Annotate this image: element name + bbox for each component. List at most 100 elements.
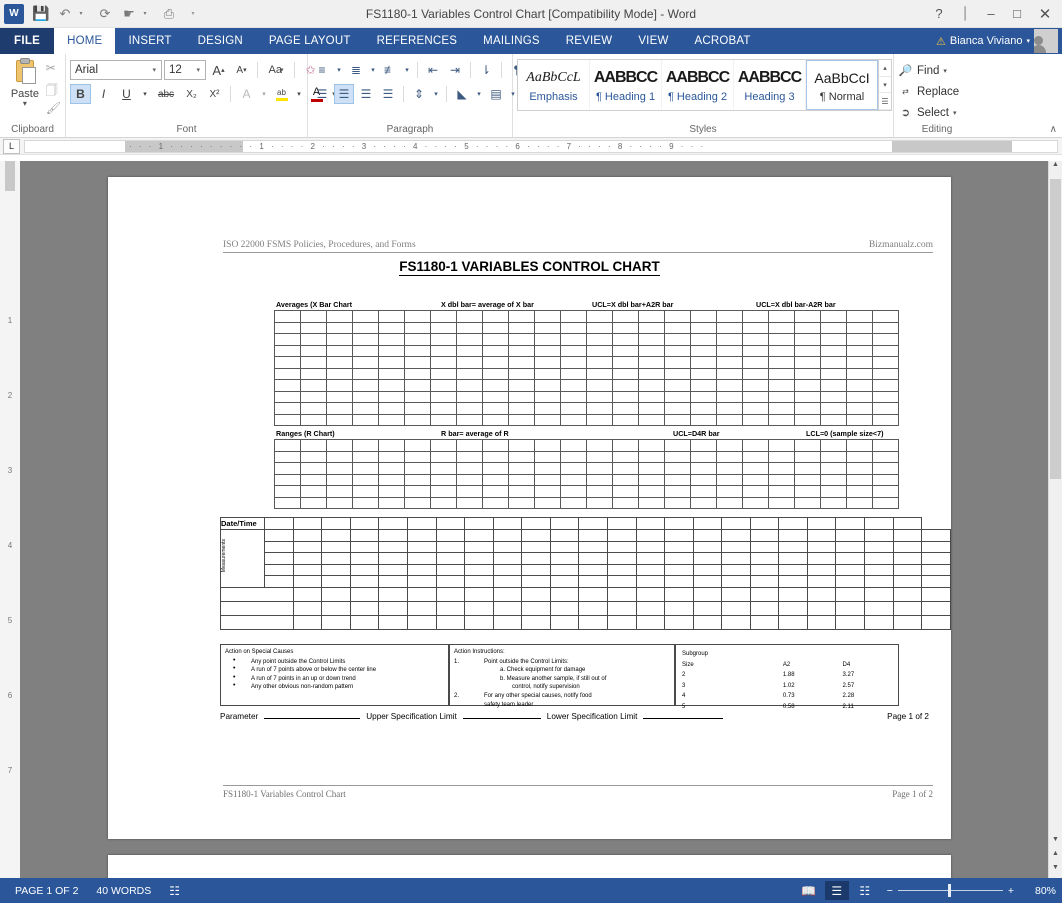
grid-cell[interactable]: [435, 575, 466, 588]
grid-cell[interactable]: [274, 356, 301, 369]
grid-cell[interactable]: [456, 462, 483, 475]
vertical-ruler[interactable]: 12 34 56 7: [0, 161, 20, 878]
grid-cell[interactable]: [664, 333, 691, 346]
customize-quick-access-icon[interactable]: ⎙: [158, 3, 180, 25]
grid-cell[interactable]: [749, 529, 780, 542]
grid-cell[interactable]: [846, 402, 873, 415]
grid-cell[interactable]: [721, 529, 751, 542]
grid-cell[interactable]: [606, 540, 637, 553]
shading-icon[interactable]: ◣: [452, 84, 472, 104]
grid-cell[interactable]: [352, 390, 379, 403]
grid-cell[interactable]: [872, 462, 899, 475]
grid-cell[interactable]: [606, 552, 637, 565]
grid-cell[interactable]: [492, 563, 523, 576]
grid-cell[interactable]: [690, 413, 717, 426]
grid-cell[interactable]: [820, 344, 847, 357]
grid-cell[interactable]: [521, 563, 551, 576]
grid-cell[interactable]: [578, 586, 608, 602]
grid-cell[interactable]: [378, 517, 409, 530]
grid-cell[interactable]: [492, 517, 523, 530]
grid-cell[interactable]: [492, 586, 523, 602]
grid-cell[interactable]: [820, 496, 847, 509]
qat-more-icon[interactable]: ▾: [182, 3, 204, 25]
grid-cell[interactable]: [430, 450, 457, 463]
grid-cell[interactable]: [664, 552, 694, 565]
replace-button[interactable]: ⇄ Replace: [898, 82, 959, 101]
grid-cell[interactable]: [321, 600, 351, 616]
grid-cell[interactable]: [292, 614, 323, 630]
chevron-down-icon[interactable]: ▾: [70, 3, 92, 25]
grid-cell[interactable]: [690, 356, 717, 369]
grid-cell[interactable]: [326, 462, 353, 475]
grid-cell[interactable]: [326, 485, 353, 498]
grid-cell[interactable]: [352, 496, 379, 509]
grid-cell[interactable]: [778, 517, 808, 530]
styles-scrollbar[interactable]: ▴ ▾ ☰: [878, 60, 891, 111]
grid-cell[interactable]: [872, 367, 899, 380]
grid-cell[interactable]: [586, 344, 613, 357]
grid-cell[interactable]: [349, 552, 380, 565]
grid-cell[interactable]: [872, 310, 899, 323]
grid-cell[interactable]: [742, 413, 769, 426]
grid-cell[interactable]: [716, 367, 743, 380]
datetime-table[interactable]: Date/Time Measurements: [220, 517, 951, 630]
grid-cell[interactable]: [435, 586, 466, 602]
grid-cell[interactable]: [664, 517, 694, 530]
grid-cell[interactable]: [534, 402, 561, 415]
grid-cell[interactable]: [794, 321, 821, 334]
tab-references[interactable]: REFERENCES: [364, 28, 471, 54]
grid-cell[interactable]: [549, 586, 580, 602]
grid-cell[interactable]: [664, 600, 694, 616]
grid-cell[interactable]: [378, 310, 405, 323]
grid-cell[interactable]: [263, 517, 294, 530]
grid-cell[interactable]: [721, 517, 751, 530]
grid-cell[interactable]: [872, 496, 899, 509]
grid-cell[interactable]: [521, 517, 551, 530]
grid-cell[interactable]: [806, 586, 837, 602]
grid-cell[interactable]: [349, 563, 380, 576]
grid-cell[interactable]: [846, 379, 873, 392]
grid-cell[interactable]: [806, 614, 837, 630]
grid-cell[interactable]: [464, 517, 494, 530]
grid-cell[interactable]: [586, 473, 613, 486]
grid-cell[interactable]: [664, 321, 691, 334]
grid-cell[interactable]: [638, 367, 665, 380]
scroll-up-icon[interactable]: ▲: [1049, 161, 1062, 175]
grid-cell[interactable]: [690, 367, 717, 380]
grid-cell[interactable]: [794, 402, 821, 415]
grid-cell[interactable]: [794, 367, 821, 380]
grid-cell[interactable]: [482, 390, 509, 403]
tab-page-layout[interactable]: PAGE LAYOUT: [256, 28, 364, 54]
grid-cell[interactable]: [820, 310, 847, 323]
grid-cell[interactable]: [635, 575, 666, 588]
grid-cell[interactable]: [430, 485, 457, 498]
next-page-icon[interactable]: ▼: [1049, 864, 1062, 878]
grid-cell[interactable]: [435, 552, 466, 565]
grid-cell[interactable]: [220, 614, 294, 630]
grid-cell[interactable]: [690, 450, 717, 463]
grid-cell[interactable]: [464, 586, 494, 602]
grid-cell[interactable]: [612, 473, 639, 486]
grid-cell[interactable]: [921, 586, 951, 602]
grid-cell[interactable]: [806, 540, 837, 553]
chevron-down-icon[interactable]: ▾: [431, 84, 441, 104]
horizontal-ruler[interactable]: · · · 1 · · · · · · · · · 1 · · · · 2 · …: [24, 139, 1058, 153]
grid-cell[interactable]: [794, 356, 821, 369]
grid-cell[interactable]: [263, 552, 294, 565]
grid-cell[interactable]: [872, 402, 899, 415]
grid-cell[interactable]: [690, 473, 717, 486]
bold-button[interactable]: B: [70, 84, 91, 104]
grid-cell[interactable]: [846, 496, 873, 509]
grid-cell[interactable]: [378, 552, 409, 565]
grid-cell[interactable]: [274, 344, 301, 357]
grid-cell[interactable]: [300, 310, 327, 323]
grid-cell[interactable]: [721, 540, 751, 553]
grid-cell[interactable]: [846, 390, 873, 403]
avatar[interactable]: [1034, 29, 1058, 53]
zoom-track[interactable]: [897, 884, 1003, 897]
grid-cell[interactable]: [349, 529, 380, 542]
grid-cell[interactable]: [820, 379, 847, 392]
grid-cell[interactable]: [742, 321, 769, 334]
grid-cell[interactable]: [274, 439, 301, 452]
grid-cell[interactable]: [326, 379, 353, 392]
